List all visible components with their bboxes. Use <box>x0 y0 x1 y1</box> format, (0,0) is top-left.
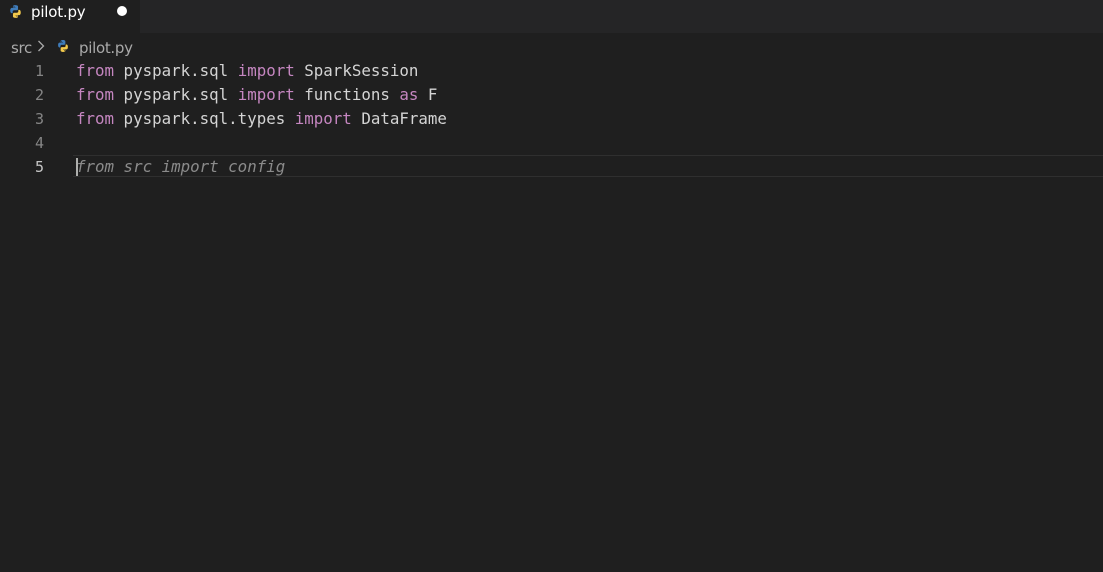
tab-bar: pilot.py <box>0 0 1103 33</box>
code-text[interactable]: from src import config <box>76 155 285 179</box>
code-editor[interactable]: 1 from pyspark.sql import SparkSession 2 fr… <box>0 59 1103 572</box>
code-token: F <box>418 85 438 104</box>
line-number: 1 <box>34 62 44 80</box>
tab-pilot-py[interactable]: pilot.py <box>0 0 140 33</box>
line-number: 4 <box>34 134 44 152</box>
keyword-token: from <box>76 61 115 80</box>
line-number: 5 <box>34 158 44 176</box>
breadcrumb-file-pilot-py[interactable]: pilot.py <box>79 39 133 57</box>
breadcrumb: src pilot.py <box>0 33 1103 59</box>
chevron-right-icon <box>38 40 45 52</box>
text-cursor <box>76 158 78 176</box>
code-token: DataFrame <box>351 109 447 128</box>
keyword-token: import <box>237 61 295 80</box>
code-line[interactable]: 3 from pyspark.sql.types import DataFrame <box>0 107 1103 131</box>
code-token: functions <box>294 85 400 104</box>
keyword-token: as <box>399 85 419 104</box>
keyword-token: import <box>237 85 295 104</box>
code-token: pyspark.sql <box>114 61 238 80</box>
line-number: 3 <box>34 110 44 128</box>
python-icon <box>58 40 68 52</box>
code-token: SparkSession <box>294 61 419 80</box>
tab-label: pilot.py <box>31 3 86 21</box>
code-line[interactable]: 1 from pyspark.sql import SparkSession <box>0 59 1103 83</box>
breadcrumb-folder-src[interactable]: src <box>11 39 32 57</box>
keyword-token: from <box>76 85 115 104</box>
code-text[interactable]: from pyspark.sql import SparkSession <box>76 59 418 83</box>
inline-suggestion: from src import config <box>76 157 286 176</box>
code-token: pyspark.sql.types <box>114 109 295 128</box>
python-icon <box>10 5 21 18</box>
line-number: 2 <box>34 86 44 104</box>
code-line[interactable]: 2 from pyspark.sql import functions as F <box>0 83 1103 107</box>
code-text[interactable]: from pyspark.sql import functions as F <box>76 83 437 107</box>
keyword-token: import <box>294 109 352 128</box>
keyword-token: from <box>76 109 115 128</box>
unsaved-dot-icon[interactable] <box>117 6 127 16</box>
code-line[interactable]: 5 from src import config <box>0 155 1103 179</box>
code-text[interactable]: from pyspark.sql.types import DataFrame <box>76 107 447 131</box>
code-token: pyspark.sql <box>114 85 238 104</box>
code-line[interactable]: 4 <box>0 131 1103 155</box>
